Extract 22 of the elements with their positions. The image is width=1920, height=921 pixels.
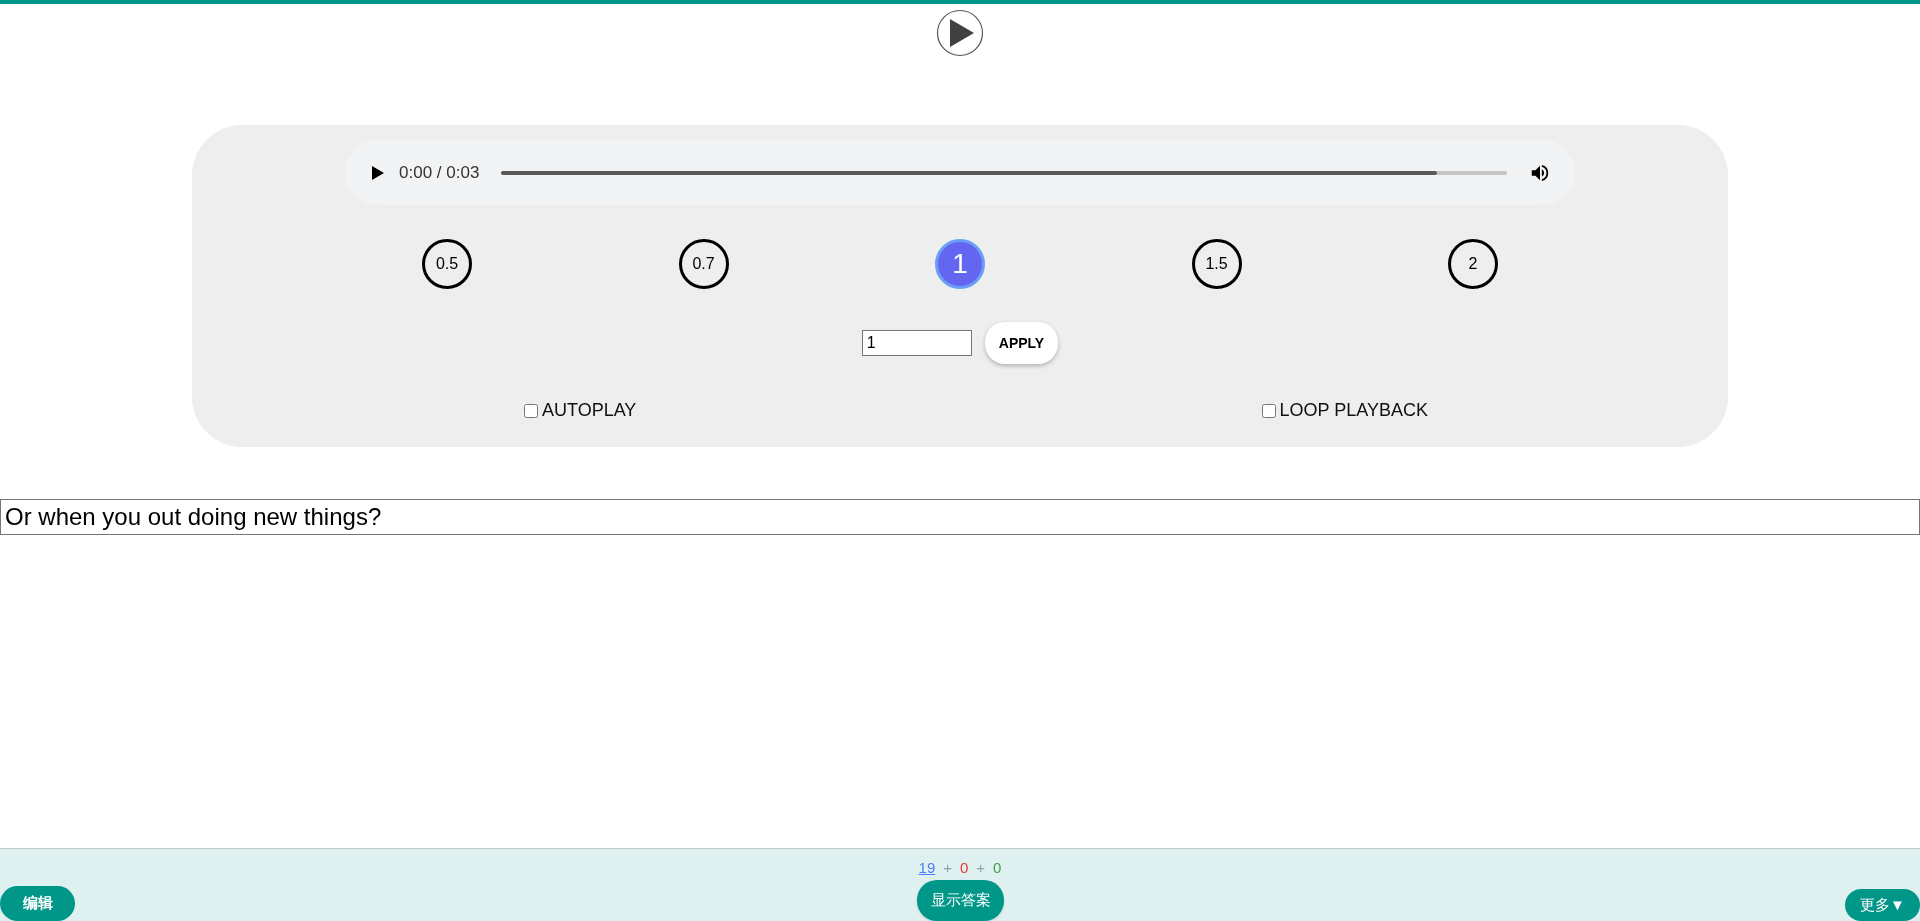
count-text: 0 bbox=[993, 858, 1002, 878]
plus-sign: + bbox=[976, 858, 986, 878]
speed-button[interactable]: 1.5 bbox=[1191, 239, 1242, 289]
apply-button[interactable]: APPLY bbox=[984, 322, 1059, 364]
time-display: 0:00 / 0:03 bbox=[399, 161, 480, 184]
play-icon[interactable] bbox=[936, 9, 984, 57]
speed-button[interactable]: 0.5 bbox=[422, 239, 472, 289]
checkbox-label: LOOP PLAYBACK bbox=[1279, 399, 1428, 422]
show-answer-button[interactable]: 显示答案 bbox=[917, 880, 1004, 921]
answer-input-field[interactable]: Or when you out doing new things? bbox=[0, 499, 1920, 535]
rate-input-field[interactable]: 1 bbox=[861, 330, 972, 356]
checkbox[interactable] bbox=[524, 403, 538, 418]
speed-button[interactable]: 2 bbox=[1448, 239, 1498, 289]
play-icon[interactable] bbox=[369, 164, 385, 181]
count-text: 0 bbox=[960, 858, 969, 878]
plus-sign: + bbox=[943, 858, 952, 878]
speed-button[interactable]: 0.7 bbox=[678, 239, 729, 289]
speed-button[interactable]: 1 bbox=[935, 239, 985, 289]
more-button[interactable]: 更多▼ bbox=[1845, 889, 1920, 921]
checkbox-label: AUTOPLAY bbox=[542, 399, 637, 422]
checkbox[interactable] bbox=[1261, 403, 1276, 418]
edit-button[interactable]: 编辑 bbox=[0, 886, 75, 921]
